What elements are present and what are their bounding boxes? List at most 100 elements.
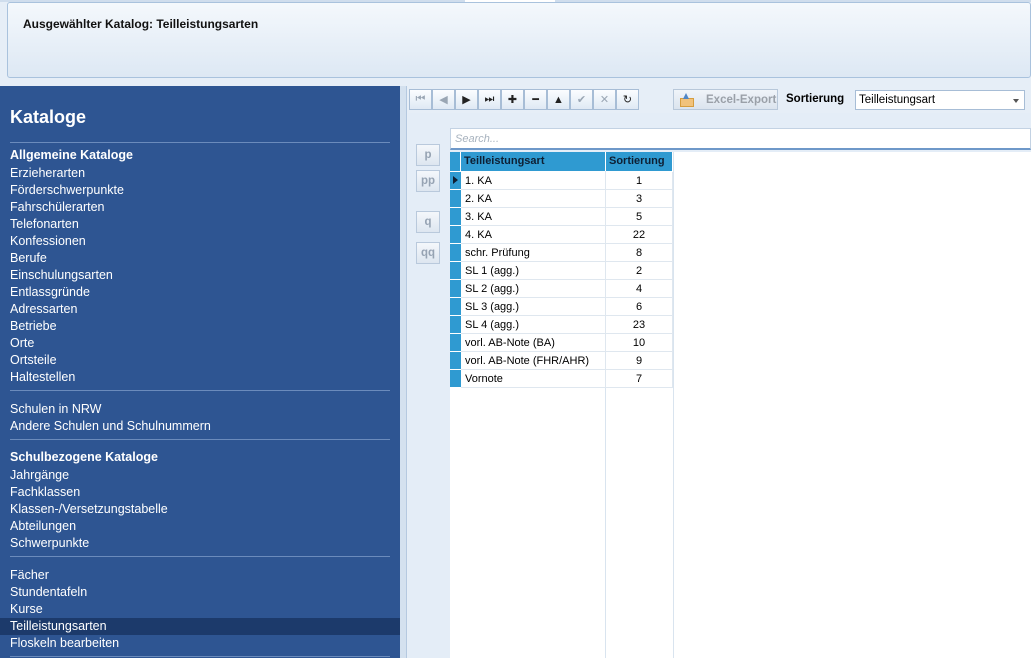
sidebar-item-fächer[interactable]: Fächer (0, 567, 400, 584)
row-indicator[interactable] (450, 208, 461, 226)
refresh-icon: ↻ (622, 94, 633, 106)
search-input[interactable] (450, 128, 1031, 150)
column-header-sortierung[interactable]: Sortierung (606, 152, 673, 171)
cell-sortierung[interactable]: 4 (606, 280, 673, 298)
excel-export-button[interactable]: Excel-Export (673, 89, 778, 110)
sidebar-item-betriebe[interactable]: Betriebe (0, 318, 400, 335)
first-record-button[interactable]: ⏮ (409, 89, 432, 110)
sidebar-divider (10, 439, 390, 440)
sidebar-divider (10, 556, 390, 557)
cell-teilleistungsart[interactable]: 2. KA (461, 190, 606, 208)
sidebar-item-entlassgründe[interactable]: Entlassgründe (0, 284, 400, 301)
sort-select[interactable]: Teilleistungsart (855, 90, 1025, 110)
sidebar-item-floskeln-bearbeiten[interactable]: Floskeln bearbeiten (0, 635, 400, 652)
add-record-button[interactable]: ✚ (501, 89, 524, 110)
sidebar-item-teilleistungsarten[interactable]: Teilleistungsarten (0, 618, 400, 635)
delete-record-button[interactable]: ━ (524, 89, 547, 110)
row-indicator[interactable] (450, 298, 461, 316)
sidebar-item-ortsteile[interactable]: Ortsteile (0, 352, 400, 369)
data-grid: Teilleistungsart Sortierung 1. KA 1 2. KA 3… (450, 152, 1031, 658)
sidebar-item-jahrgänge[interactable]: Jahrgänge (0, 467, 400, 484)
sidebar-item-schulen-in-nrw[interactable]: Schulen in NRW (0, 401, 400, 418)
cell-teilleistungsart[interactable]: SL 4 (agg.) (461, 316, 606, 334)
sidebar-item-berufe[interactable]: Berufe (0, 250, 400, 267)
sort-label: Sortierung (786, 93, 845, 105)
cancel-edit-button[interactable]: ✕ (593, 89, 616, 110)
cell-sortierung[interactable]: 23 (606, 316, 673, 334)
row-indicator[interactable] (450, 370, 461, 388)
row-indicator[interactable] (450, 244, 461, 262)
sidebar-item-andere-schulen-und-schulnummern[interactable]: Andere Schulen und Schulnummern (0, 418, 400, 435)
sidebar-item-stundentafeln[interactable]: Stundentafeln (0, 584, 400, 601)
cell-teilleistungsart[interactable]: SL 2 (agg.) (461, 280, 606, 298)
cell-teilleistungsart[interactable]: 3. KA (461, 208, 606, 226)
sidebar-section-heading: Schulbezogene Kataloge (10, 450, 158, 464)
cell-sortierung[interactable]: 3 (606, 190, 673, 208)
cell-sortierung[interactable]: 2 (606, 262, 673, 280)
row-indicator[interactable] (450, 190, 461, 208)
row-indicator[interactable] (450, 262, 461, 280)
cell-teilleistungsart[interactable]: SL 3 (agg.) (461, 298, 606, 316)
last-record-button[interactable]: ⏭ (478, 89, 501, 110)
sidebar-splitter[interactable] (400, 86, 407, 658)
chevron-down-icon (1013, 99, 1019, 103)
filter-button-q[interactable]: q (416, 211, 440, 233)
prev-record-icon: ◀ (439, 94, 448, 106)
edit-record-button[interactable]: ▲ (547, 89, 570, 110)
cell-teilleistungsart[interactable]: vorl. AB-Note (FHR/AHR) (461, 352, 606, 370)
sidebar-item-haltestellen[interactable]: Haltestellen (0, 369, 400, 386)
row-indicator[interactable] (450, 352, 461, 370)
export-icon (680, 92, 694, 107)
cell-sortierung[interactable]: 6 (606, 298, 673, 316)
cell-teilleistungsart[interactable]: 1. KA (461, 172, 606, 190)
sidebar-item-einschulungsarten[interactable]: Einschulungsarten (0, 267, 400, 284)
sidebar-item-schwerpunkte[interactable]: Schwerpunkte (0, 535, 400, 552)
cell-teilleistungsart[interactable]: schr. Prüfung (461, 244, 606, 262)
prev-record-button[interactable]: ◀ (432, 89, 455, 110)
sidebar-item-klassen-versetzungstabelle[interactable]: Klassen-/Versetzungstabelle (0, 501, 400, 518)
sidebar-item-adressarten[interactable]: Adressarten (0, 301, 400, 318)
refresh-button[interactable]: ↻ (616, 89, 639, 110)
filter-button-pp[interactable]: pp (416, 170, 440, 192)
sidebar-item-konfessionen[interactable]: Konfessionen (0, 233, 400, 250)
sidebar-divider (10, 656, 390, 657)
sidebar-item-orte[interactable]: Orte (0, 335, 400, 352)
cell-teilleistungsart[interactable]: 4. KA (461, 226, 606, 244)
add-record-icon: ✚ (507, 94, 518, 106)
current-row-indicator[interactable] (450, 172, 461, 190)
cell-sortierung[interactable]: 8 (606, 244, 673, 262)
first-record-icon: ⏮ (415, 93, 426, 105)
sidebar-item-telefonarten[interactable]: Telefonarten (0, 216, 400, 233)
row-indicator[interactable] (450, 334, 461, 352)
row-indicator[interactable] (450, 316, 461, 334)
sidebar-section-heading: Allgemeine Kataloge (10, 148, 133, 162)
sidebar-item-kurse[interactable]: Kurse (0, 601, 400, 618)
filter-button-p[interactable]: p (416, 144, 440, 166)
sidebar-item-fachklassen[interactable]: Fachklassen (0, 484, 400, 501)
post-edit-icon: ✔ (576, 94, 587, 106)
sidebar-item-erzieherarten[interactable]: Erzieherarten (0, 165, 400, 182)
cell-teilleistungsart[interactable]: vorl. AB-Note (BA) (461, 334, 606, 352)
cell-sortierung[interactable]: 1 (606, 172, 673, 190)
edit-record-icon: ▲ (553, 93, 564, 106)
row-indicator[interactable] (450, 280, 461, 298)
sidebar-item-abteilungen[interactable]: Abteilungen (0, 518, 400, 535)
cell-teilleistungsart[interactable]: SL 1 (agg.) (461, 262, 606, 280)
row-indicator[interactable] (450, 226, 461, 244)
sidebar-item-fahrschülerarten[interactable]: Fahrschülerarten (0, 199, 400, 216)
filter-button-qq[interactable]: qq (416, 242, 440, 264)
cell-sortierung[interactable]: 10 (606, 334, 673, 352)
cell-teilleistungsart[interactable]: Vornote (461, 370, 606, 388)
column-header-teilleistungsart[interactable]: Teilleistungsart (461, 152, 606, 171)
cell-sortierung[interactable]: 7 (606, 370, 673, 388)
post-edit-button[interactable]: ✔ (570, 89, 593, 110)
delete-record-icon: ━ (532, 94, 539, 106)
sidebar-divider (10, 390, 390, 391)
next-record-button[interactable]: ▶ (455, 89, 478, 110)
cell-sortierung[interactable]: 5 (606, 208, 673, 226)
cell-sortierung[interactable]: 9 (606, 352, 673, 370)
sidebar-divider (10, 142, 390, 143)
cell-sortierung[interactable]: 22 (606, 226, 673, 244)
sidebar-item-förderschwerpunkte[interactable]: Förderschwerpunkte (0, 182, 400, 199)
excel-export-label: Excel-Export (706, 93, 777, 106)
